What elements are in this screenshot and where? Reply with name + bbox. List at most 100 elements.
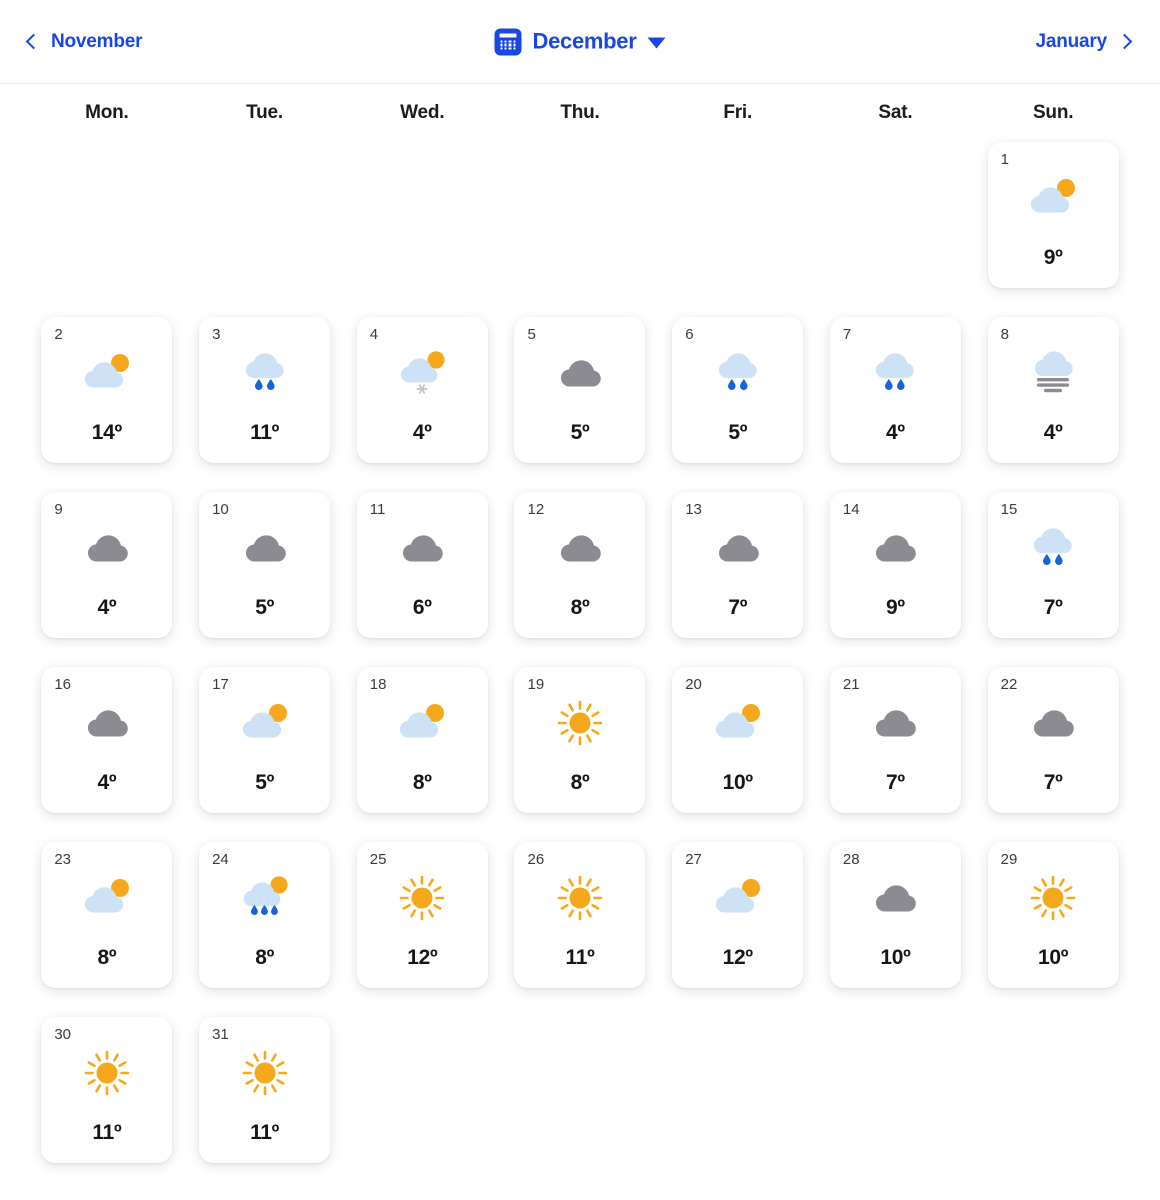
- temperature-label: 8º: [97, 946, 116, 970]
- day-card[interactable]: 105º: [199, 492, 330, 638]
- sun-rain-icon: [234, 875, 296, 921]
- day-cell: 23 8º: [28, 842, 186, 1017]
- chevron-down-icon[interactable]: [648, 38, 666, 49]
- day-card[interactable]: 227º: [988, 667, 1119, 813]
- day-card[interactable]: 2512º: [357, 842, 488, 988]
- temperature-label: 4º: [97, 596, 116, 620]
- day-cell: 116º: [343, 492, 501, 667]
- partly-cloudy-snow-icon: [391, 350, 453, 396]
- day-number: 30: [54, 1026, 71, 1043]
- day-card[interactable]: 164º: [41, 667, 172, 813]
- cloudy-icon: [1022, 700, 1084, 746]
- weekday-label: Sat.: [817, 102, 975, 124]
- day-card[interactable]: 149º: [830, 492, 961, 638]
- temperature-label: 14º: [92, 421, 122, 445]
- day-cell: 2810º: [817, 842, 975, 1017]
- cloudy-icon: [391, 525, 453, 571]
- sunny-icon: [76, 1050, 138, 1096]
- temperature-label: 9º: [1044, 246, 1063, 270]
- day-card[interactable]: 18 8º: [357, 667, 488, 813]
- day-cell: 12 8º: [501, 492, 659, 667]
- day-card[interactable]: 137º: [672, 492, 803, 638]
- day-number: 23: [54, 851, 71, 868]
- temperature-label: 5º: [255, 771, 274, 795]
- temperature-label: 7º: [886, 771, 905, 795]
- partly-cloudy-icon: [1022, 175, 1084, 221]
- day-number: 1: [1001, 151, 1009, 168]
- month-selector[interactable]: December: [495, 28, 666, 55]
- day-card[interactable]: 27 12º: [672, 842, 803, 988]
- day-cell: 2910º: [974, 842, 1132, 1017]
- temperature-label: 8º: [571, 596, 590, 620]
- temperature-label: 4º: [97, 771, 116, 795]
- day-number: 31: [212, 1026, 229, 1043]
- temperature-label: 8º: [413, 771, 432, 795]
- day-number: 9: [54, 501, 62, 518]
- day-number: 27: [685, 851, 702, 868]
- weekday-label: Tue.: [186, 102, 344, 124]
- sunny-icon: [391, 875, 453, 921]
- sunny-icon: [549, 875, 611, 921]
- day-card[interactable]: 74º: [830, 317, 961, 463]
- prev-month-button[interactable]: November: [28, 31, 142, 53]
- next-month-button[interactable]: January: [1036, 31, 1130, 53]
- day-card[interactable]: 311º: [199, 317, 330, 463]
- day-card[interactable]: 2910º: [988, 842, 1119, 988]
- day-card[interactable]: 65º: [672, 317, 803, 463]
- cloudy-icon: [234, 525, 296, 571]
- day-card[interactable]: 198º: [514, 667, 645, 813]
- day-card[interactable]: 84º: [988, 317, 1119, 463]
- day-card[interactable]: 116º: [357, 492, 488, 638]
- day-card[interactable]: 44º: [357, 317, 488, 463]
- next-month-label: January: [1036, 31, 1107, 53]
- day-number: 18: [370, 676, 387, 693]
- day-number: 7: [843, 326, 851, 343]
- fog-icon: [1022, 350, 1084, 396]
- rain-icon: [1022, 525, 1084, 571]
- day-card[interactable]: 31 11º: [199, 1017, 330, 1163]
- day-number: 15: [1001, 501, 1018, 518]
- day-number: 4: [370, 326, 378, 343]
- day-number: 19: [527, 676, 544, 693]
- cloudy-icon: [864, 875, 926, 921]
- sunny-icon: [549, 700, 611, 746]
- day-cell: 149º: [817, 492, 975, 667]
- day-card[interactable]: 175º: [199, 667, 330, 813]
- day-cell: 44º: [343, 317, 501, 492]
- day-card[interactable]: 12 8º: [514, 492, 645, 638]
- weekday-label: Sun.: [974, 102, 1132, 124]
- day-number: 20: [685, 676, 702, 693]
- sunny-icon: [234, 1050, 296, 1096]
- day-card[interactable]: 2611º: [514, 842, 645, 988]
- temperature-label: 11º: [250, 1121, 279, 1145]
- temperature-label: 5º: [571, 421, 590, 445]
- weekday-label: Wed.: [343, 102, 501, 124]
- day-cell: 227º: [974, 667, 1132, 842]
- day-number: 11: [370, 501, 386, 518]
- partly-cloudy-icon: [391, 700, 453, 746]
- day-card[interactable]: 2810º: [830, 842, 961, 988]
- rain-icon: [864, 350, 926, 396]
- day-card[interactable]: 248º: [199, 842, 330, 988]
- day-card[interactable]: 3011º: [41, 1017, 172, 1163]
- day-number: 12: [527, 501, 544, 518]
- temperature-label: 8º: [255, 946, 274, 970]
- day-card[interactable]: 2010º: [672, 667, 803, 813]
- chevron-left-icon: [26, 34, 42, 50]
- partly-cloudy-icon: [234, 700, 296, 746]
- day-number: 2: [54, 326, 62, 343]
- chevron-right-icon: [1117, 34, 1133, 50]
- partly-cloudy-icon: [707, 700, 769, 746]
- temperature-label: 12º: [723, 946, 753, 970]
- day-card[interactable]: 2 14º: [41, 317, 172, 463]
- day-card[interactable]: 55º: [514, 317, 645, 463]
- day-cell: 248º: [186, 842, 344, 1017]
- day-card[interactable]: 9 4º: [41, 492, 172, 638]
- day-card[interactable]: 217º: [830, 667, 961, 813]
- day-cell: 137º: [659, 492, 817, 667]
- day-card[interactable]: 23 8º: [41, 842, 172, 988]
- day-cell: 2 14º: [28, 317, 186, 492]
- temperature-label: 11º: [565, 946, 594, 970]
- day-card[interactable]: 157º: [988, 492, 1119, 638]
- day-card[interactable]: 1 9º: [988, 142, 1119, 288]
